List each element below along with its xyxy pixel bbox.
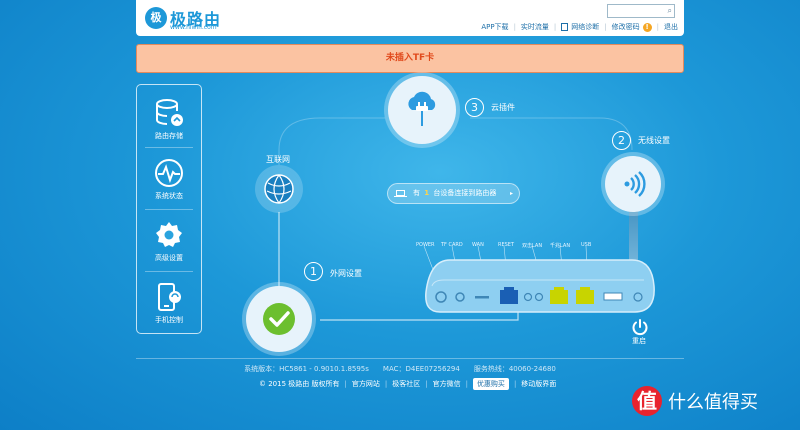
reboot-label[interactable]: 重启: [632, 336, 646, 346]
divider: |: [465, 380, 468, 388]
wan-settings-label[interactable]: 外网设置: [330, 268, 362, 279]
community-link[interactable]: 极客社区: [392, 379, 420, 389]
copyright-text: © 2015 极路由 版权所有: [259, 380, 340, 388]
cloud-plugin-label[interactable]: 云插件: [491, 102, 515, 113]
devices-suffix: 台设备连接到路由器: [433, 189, 497, 197]
divider: |: [425, 380, 428, 388]
wechat-link[interactable]: 官方微信: [433, 379, 461, 389]
laptop-icon: [394, 190, 407, 197]
discount-buy-button[interactable]: 优惠购买: [472, 378, 509, 390]
internet-label: 互联网: [266, 155, 290, 164]
device-count: 1: [424, 189, 430, 197]
globe-icon: [264, 174, 294, 204]
cloud-plug-icon: [408, 91, 436, 126]
system-info: 系统版本：HC5861 - 0.9010.1.8595s MAC：D4EE072…: [244, 365, 556, 373]
wireless-settings-label[interactable]: 无线设置: [638, 135, 670, 146]
step-1-badge: 1: [304, 262, 323, 281]
step-2-badge: 2: [612, 131, 631, 150]
check-icon: [263, 303, 295, 335]
step-3-badge: 3: [465, 98, 484, 117]
mobile-version-link[interactable]: 移动版界面: [521, 379, 556, 389]
watermark-logo: 值: [632, 386, 662, 416]
wireless-settings-button[interactable]: [605, 156, 661, 212]
cloud-plugin-button[interactable]: [388, 76, 456, 144]
official-site-link[interactable]: 官方网站: [352, 379, 380, 389]
router-graphic: [423, 246, 655, 313]
devices-prefix: 有: [413, 189, 420, 197]
watermark: 值 什么值得买: [632, 386, 758, 416]
chevron-right-icon: ▸: [509, 190, 513, 197]
watermark-text: 什么值得买: [668, 392, 758, 413]
wan-settings-button[interactable]: [246, 286, 312, 352]
wifi-icon: [624, 171, 646, 197]
connected-devices-button[interactable]: 有 1 台设备连接到路由器 ▸: [387, 183, 520, 204]
divider: |: [384, 380, 388, 388]
footer-links: © 2015 极路由 版权所有 | 官方网站 | 极客社区 | 官方微信 | 优…: [259, 378, 556, 390]
divider: |: [344, 380, 347, 388]
footer-divider: [136, 358, 684, 359]
power-icon[interactable]: [631, 318, 649, 336]
internet-node: [258, 168, 300, 210]
divider: |: [513, 380, 517, 388]
